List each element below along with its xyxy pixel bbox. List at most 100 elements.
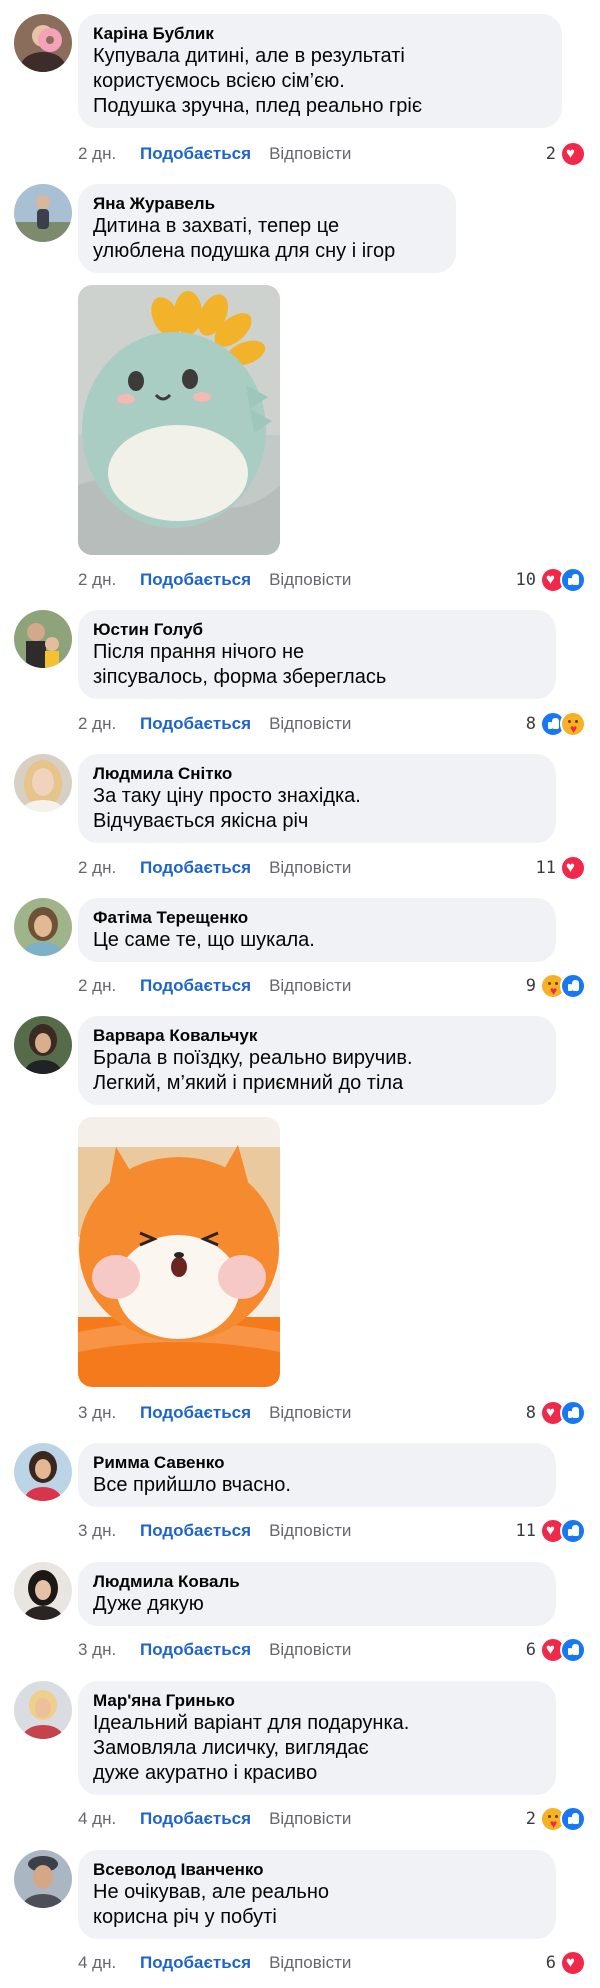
reactions[interactable]: 9 <box>526 973 586 999</box>
reply-button[interactable]: Відповісти <box>269 1953 351 1973</box>
like-button[interactable]: Подобається <box>140 1521 251 1541</box>
reply-button[interactable]: Відповісти <box>269 976 351 996</box>
comment-bubble: Варвара Ковальчук Брала в поїздку, реаль… <box>78 1016 556 1105</box>
comment-author[interactable]: Фатіма Терещенко <box>93 907 540 928</box>
comment-time[interactable]: 2 дн. <box>78 570 140 590</box>
reactions[interactable]: 8 <box>526 1400 586 1426</box>
comment-text-line: Легкий, м’який і приємний до тіла <box>93 1072 404 1094</box>
comment-bubble: Всеволод Іванченко Не очікував, але реал… <box>78 1850 556 1939</box>
comment-time[interactable]: 2 дн. <box>78 976 140 996</box>
attached-photo-dino-plush[interactable] <box>78 285 280 555</box>
reply-button[interactable]: Відповісти <box>269 714 351 734</box>
avatar[interactable] <box>14 898 72 956</box>
comment-time[interactable]: 3 дн. <box>78 1640 140 1660</box>
heart-icon <box>560 141 586 167</box>
reply-button[interactable]: Відповісти <box>269 1640 351 1660</box>
comment-text-line: дуже акуратно і красиво <box>93 1762 318 1784</box>
comment-text-line: користуємось всією сім’єю. <box>93 70 345 92</box>
comment-author[interactable]: Яна Журавель <box>93 193 440 214</box>
like-button[interactable]: Подобається <box>140 714 251 734</box>
comment-author[interactable]: Мар'яна Гринько <box>93 1690 540 1711</box>
reactions[interactable]: 2 <box>526 1806 586 1832</box>
attached-photo-fox-plush[interactable] <box>78 1117 280 1387</box>
comment-meta: 2 дн. Подобається Відповісти <box>78 713 351 735</box>
heart-icon <box>560 855 586 881</box>
reactions[interactable]: 2 <box>546 141 586 167</box>
like-button[interactable]: Подобається <box>140 1640 251 1660</box>
avatar[interactable] <box>14 754 72 812</box>
comment-bubble: Людмила Снітко За таку ціну просто знахі… <box>78 754 556 843</box>
comment-text-line: улюблена подушка для сну і ігор <box>93 240 396 262</box>
comment-bubble: Людмила Коваль Дуже дякую <box>78 1562 556 1626</box>
reactions[interactable]: 11 <box>536 855 586 881</box>
avatar[interactable] <box>14 1562 72 1620</box>
like-button[interactable]: Подобається <box>140 976 251 996</box>
avatar[interactable] <box>14 1443 72 1501</box>
reactions[interactable]: 11 <box>516 1518 586 1544</box>
reactions[interactable]: 6 <box>546 1950 586 1976</box>
reaction-count: 6 <box>525 1640 536 1660</box>
avatar[interactable] <box>14 1681 72 1739</box>
like-icon <box>560 1400 586 1426</box>
comment-author[interactable]: Римма Савенко <box>93 1452 540 1473</box>
reply-button[interactable]: Відповісти <box>269 1403 351 1423</box>
comment-text-line: Дуже дякую <box>93 1593 204 1615</box>
comment-time[interactable]: 2 дн. <box>78 858 140 878</box>
comment-author[interactable]: Людмила Снітко <box>93 763 540 784</box>
comment-meta: 2 дн. Подобається Відповісти <box>78 143 351 165</box>
reaction-count: 8 <box>525 1403 536 1423</box>
comment-author[interactable]: Юстин Голуб <box>93 619 540 640</box>
comment-time[interactable]: 3 дн. <box>78 1521 140 1541</box>
like-icon <box>560 1637 586 1663</box>
avatar[interactable] <box>14 184 72 242</box>
reaction-count: 2 <box>525 1809 536 1829</box>
comment-text-line: корисна річ у побуті <box>93 1906 277 1928</box>
reply-button[interactable]: Відповісти <box>269 570 351 590</box>
comment-meta: 2 дн. Подобається Відповісти <box>78 569 351 591</box>
comment-time[interactable]: 4 дн. <box>78 1809 140 1829</box>
like-icon <box>560 973 586 999</box>
reply-button[interactable]: Відповісти <box>269 1521 351 1541</box>
comment-author[interactable]: Людмила Коваль <box>93 1571 540 1592</box>
like-button[interactable]: Подобається <box>140 1403 251 1423</box>
like-icon <box>560 1518 586 1544</box>
comment-time[interactable]: 2 дн. <box>78 714 140 734</box>
like-button[interactable]: Подобається <box>140 570 251 590</box>
avatar[interactable] <box>14 1016 72 1074</box>
comment-author[interactable]: Варвара Ковальчук <box>93 1025 540 1046</box>
comment-meta: 3 дн. Подобається Відповісти <box>78 1639 351 1661</box>
reply-button[interactable]: Відповісти <box>269 144 351 164</box>
reply-button[interactable]: Відповісти <box>269 858 351 878</box>
comment-text-line: Після прання нічого не <box>93 641 305 663</box>
comment-author[interactable]: Каріна Бублик <box>93 23 546 44</box>
reaction-count: 9 <box>525 976 536 996</box>
like-button[interactable]: Подобається <box>140 858 251 878</box>
comment-meta: 4 дн. Подобається Відповісти <box>78 1952 351 1974</box>
care-icon <box>560 711 586 737</box>
comment-time[interactable]: 4 дн. <box>78 1953 140 1973</box>
reactions[interactable]: 8 <box>526 711 586 737</box>
comment-author[interactable]: Всеволод Іванченко <box>93 1859 540 1880</box>
like-button[interactable]: Подобається <box>140 1953 251 1973</box>
reactions[interactable]: 6 <box>526 1637 586 1663</box>
like-icon <box>560 567 586 593</box>
comment-time[interactable]: 2 дн. <box>78 144 140 164</box>
heart-icon <box>560 1950 586 1976</box>
avatar[interactable] <box>14 14 72 72</box>
reactions[interactable]: 10 <box>516 567 586 593</box>
comment-text-line: Подушка зручна, плед реально гріє <box>93 95 423 117</box>
comment-bubble: Каріна Бублик Купувала дитині, але в рез… <box>78 14 562 128</box>
avatar[interactable] <box>14 1850 72 1908</box>
comment-text-line: Відчувається якісна річ <box>93 810 309 832</box>
comment-bubble: Юстин Голуб Після прання нічого не зіпсу… <box>78 610 556 699</box>
comment-time[interactable]: 3 дн. <box>78 1403 140 1423</box>
comment-text-line: Це саме те, що шукала. <box>93 929 315 951</box>
comment-text-line: Купувала дитині, але в результаті <box>93 45 405 67</box>
like-button[interactable]: Подобається <box>140 1809 251 1829</box>
comment-meta: 3 дн. Подобається Відповісти <box>78 1402 351 1424</box>
like-button[interactable]: Подобається <box>140 144 251 164</box>
avatar[interactable] <box>14 610 72 668</box>
reply-button[interactable]: Відповісти <box>269 1809 351 1829</box>
comment-bubble: Мар'яна Гринько Ідеальний варіант для по… <box>78 1681 556 1795</box>
comment-text-line: Брала в поїздку, реально виручив. <box>93 1047 413 1069</box>
